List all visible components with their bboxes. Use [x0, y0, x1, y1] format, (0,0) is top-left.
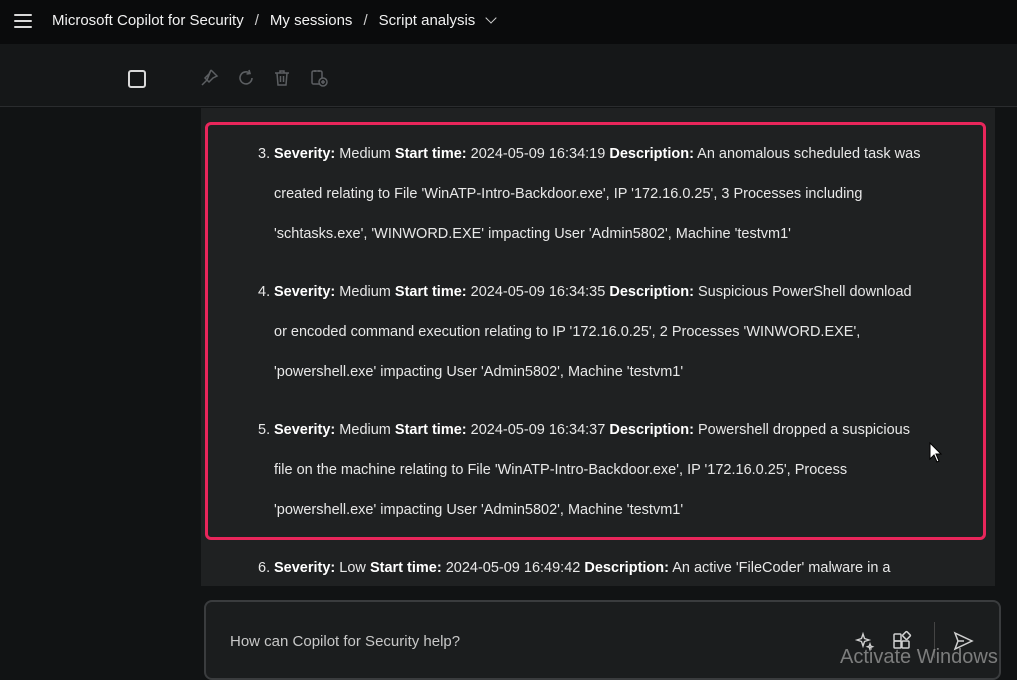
description-text: Powershell dropped a suspicious [697, 422, 910, 438]
description-label: Description: [584, 560, 669, 576]
mouse-cursor-icon [929, 442, 943, 463]
session-toolbar [0, 44, 1017, 107]
description-text: 'powershell.exe' impacting User 'Admin58… [274, 364, 684, 380]
chevron-down-icon[interactable] [485, 11, 497, 24]
refresh-icon[interactable] [236, 68, 256, 88]
breadcrumb-session-title[interactable]: Script analysis [379, 12, 476, 29]
description-text: file on the machine relating to File 'Wi… [274, 462, 848, 478]
breadcrumb-product[interactable]: Microsoft Copilot for Security [52, 12, 244, 29]
item-number: 6. [258, 560, 271, 576]
description-text: 'powershell.exe' impacting User 'Admin58… [274, 502, 684, 518]
description-text: created relating to File 'WinATP-Intro-B… [274, 186, 863, 202]
severity-value: Low [339, 560, 366, 576]
severity-label: Severity: [274, 284, 336, 300]
start-time-label: Start time: [394, 146, 467, 162]
menu-icon[interactable] [14, 14, 32, 28]
item-number: 3. [258, 146, 271, 162]
start-time-label: Start time: [394, 284, 467, 300]
breadcrumb-separator: / [254, 12, 259, 29]
add-to-pinboard-icon[interactable] [309, 68, 329, 88]
start-time-value: 2024-05-09 16:34:37 [470, 422, 606, 438]
start-time-value: 2024-05-09 16:34:35 [470, 284, 606, 300]
breadcrumb-my-sessions[interactable]: My sessions [270, 12, 353, 29]
start-time-label: Start time: [394, 422, 467, 438]
item-number: 4. [258, 284, 271, 300]
severity-label: Severity: [274, 560, 336, 576]
description-label: Description: [609, 422, 694, 438]
start-time-value: 2024-05-09 16:34:19 [470, 146, 606, 162]
severity-label: Severity: [274, 146, 336, 162]
description-label: Description: [609, 284, 694, 300]
description-text: An active 'FileCoder' malware in a [672, 560, 891, 576]
pin-icon[interactable] [199, 68, 219, 88]
description-text: Suspicious PowerShell download [697, 284, 912, 300]
severity-value: Medium [339, 422, 391, 438]
start-time-label: Start time: [369, 560, 442, 576]
severity-value: Medium [339, 284, 391, 300]
trash-icon[interactable] [272, 68, 292, 88]
activation-watermark: Activate Windows [840, 646, 998, 668]
severity-label: Severity: [274, 422, 336, 438]
incident-item: 6. Severity: Low Start time: 2024-05-09 … [258, 548, 978, 586]
description-label: Description: [609, 146, 694, 162]
start-time-value: 2024-05-09 16:49:42 [445, 560, 581, 576]
severity-value: Medium [339, 146, 391, 162]
description-text: An anomalous scheduled task was [697, 146, 921, 162]
incident-item: 3. Severity: Medium Start time: 2024-05-… [258, 134, 978, 254]
select-all-checkbox[interactable] [128, 70, 146, 88]
top-bar: Microsoft Copilot for Security / My sess… [0, 0, 1017, 44]
description-text: or encoded command execution relating to… [274, 324, 861, 340]
breadcrumb-separator: / [363, 12, 368, 29]
incident-item: 4. Severity: Medium Start time: 2024-05-… [258, 272, 978, 392]
incident-item: 5. Severity: Medium Start time: 2024-05-… [258, 410, 978, 530]
breadcrumb: Microsoft Copilot for Security / My sess… [52, 11, 497, 29]
item-number: 5. [258, 422, 271, 438]
description-text: 'schtasks.exe', 'WINWORD.EXE' impacting … [274, 226, 791, 242]
prompt-input[interactable] [230, 626, 790, 656]
